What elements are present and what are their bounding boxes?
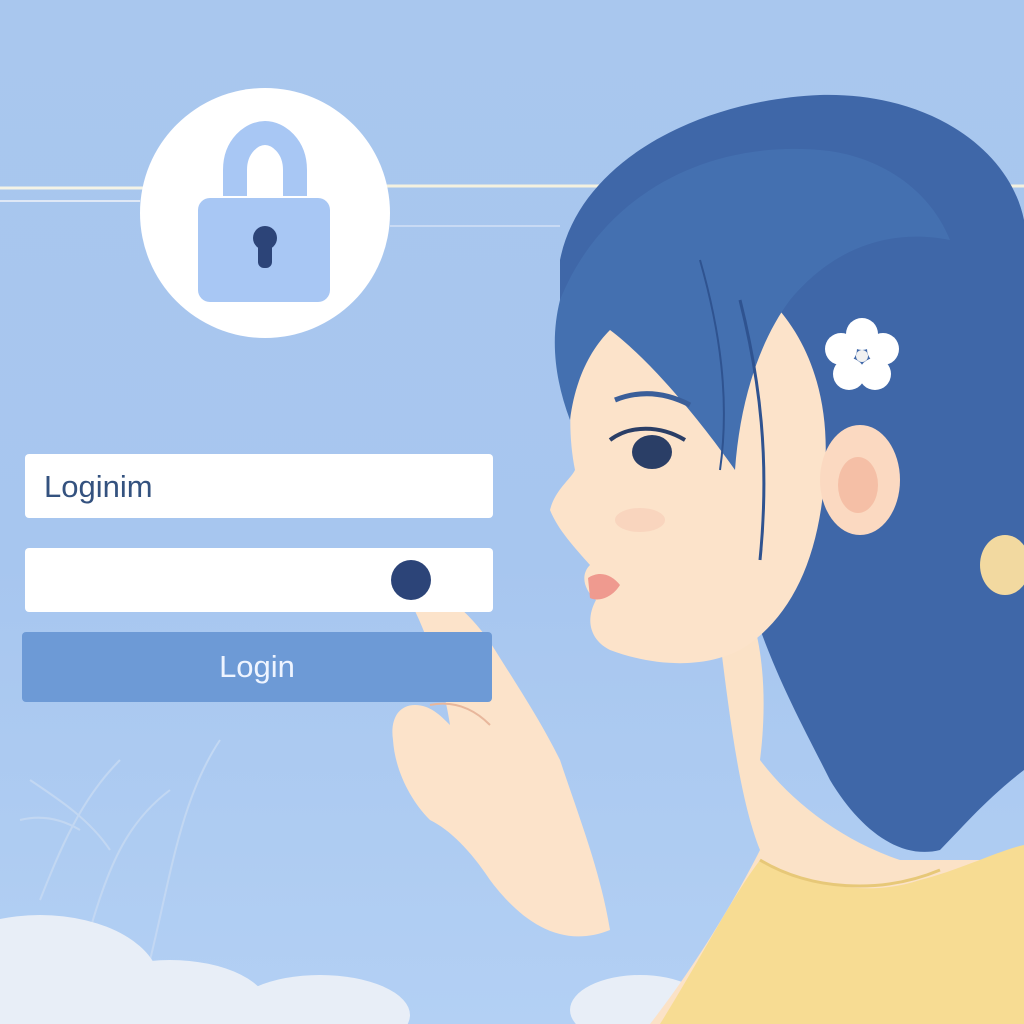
password-mask-dot bbox=[391, 560, 431, 600]
login-button[interactable]: Login bbox=[22, 632, 492, 702]
lock-badge bbox=[140, 88, 390, 338]
password-field[interactable] bbox=[25, 548, 493, 612]
eye bbox=[632, 435, 672, 469]
username-field[interactable]: Loginim bbox=[25, 454, 493, 518]
padlock-icon bbox=[198, 120, 330, 302]
username-value: Loginim bbox=[44, 469, 153, 504]
